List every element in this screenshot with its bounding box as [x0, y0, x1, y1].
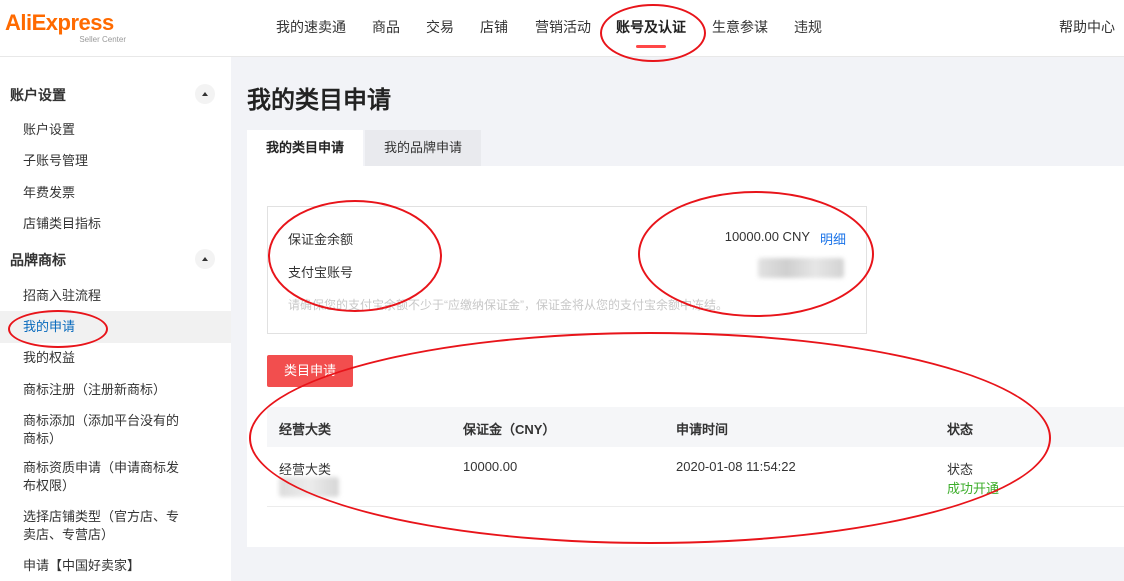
table-row: 经营大类 10000.00 2020-01-08 11:54:22 状态 成功开…: [267, 447, 1124, 507]
sidebar-item-my-rights[interactable]: 我的权益: [23, 349, 198, 367]
sidebar-item-account-settings[interactable]: 账户设置: [23, 121, 198, 139]
aliexpress-logo[interactable]: AliExpress Seller Center: [5, 10, 130, 46]
nav-my-aliexpress[interactable]: 我的速卖通: [276, 17, 346, 37]
sidebar-item-my-applications[interactable]: 我的申请: [23, 318, 198, 336]
collapse-caret-icon[interactable]: [195, 249, 215, 269]
nav-trade[interactable]: 交易: [426, 17, 454, 37]
table-header: 经营大类 保证金（CNY） 申请时间 状态: [267, 407, 1124, 447]
column-header-category: 经营大类: [279, 422, 332, 437]
logo-brand: AliExpress: [5, 10, 114, 35]
sidebar-item-sub-accounts[interactable]: 子账号管理: [23, 152, 198, 170]
deposit-balance-value: 10000.00 CNY: [724, 229, 810, 244]
nav-violations[interactable]: 违规: [794, 17, 822, 37]
nav-marketing[interactable]: 营销活动: [535, 17, 591, 37]
column-header-status: 状态: [947, 422, 974, 437]
collapse-caret-icon[interactable]: [195, 84, 215, 104]
cell-apply-time: 2020-01-08 11:54:22: [676, 459, 796, 474]
deposit-detail-link[interactable]: 明细: [820, 229, 846, 248]
status-badge: 成功开通: [947, 481, 1000, 496]
page-title: 我的类目申请: [247, 87, 391, 114]
column-header-apply-time: 申请时间: [676, 422, 729, 437]
sidebar: 账户设置 账户设置 子账号管理 年费发票 店铺类目指标 品牌商标 招商入驻流程 …: [0, 57, 231, 581]
sidebar-item-trademark-register[interactable]: 商标注册（注册新商标）: [23, 381, 198, 399]
cell-deposit: 10000.00: [463, 459, 518, 474]
active-nav-indicator: [636, 45, 666, 48]
top-navigation-bar: AliExpress Seller Center 我的速卖通 商品 交易 店铺 …: [0, 0, 1124, 57]
sidebar-item-trademark-qualification[interactable]: 商标资质申请（申请商标发布权限）: [23, 459, 188, 495]
redacted-category-name: [279, 477, 339, 497]
nav-account-verification[interactable]: 账号及认证: [616, 17, 686, 37]
cell-category: 经营大类: [279, 462, 332, 477]
sidebar-section-brand[interactable]: 品牌商标: [10, 250, 66, 270]
deposit-note: 请确保您的支付宝余额不少于“应缴纳保证金”，保证金将从您的支付宝余额中冻结。: [288, 298, 728, 312]
sidebar-item-trademark-add[interactable]: 商标添加（添加平台没有的商标）: [23, 412, 188, 448]
logo-subtitle: Seller Center: [79, 35, 126, 44]
deposit-info-box: 保证金余额 10000.00 CNY 明细 支付宝账号 请确保您的支付宝余额不少…: [267, 206, 867, 334]
category-apply-button[interactable]: 类目申请: [267, 355, 353, 387]
help-center-link[interactable]: 帮助中心: [1059, 17, 1115, 37]
deposit-balance-label: 保证金余额: [288, 232, 354, 247]
tab-brand-applications[interactable]: 我的品牌申请: [365, 130, 481, 166]
alipay-account-label: 支付宝账号: [288, 265, 354, 280]
nav-business-advisor[interactable]: 生意参谋: [712, 17, 768, 37]
nav-store[interactable]: 店铺: [480, 17, 508, 37]
sidebar-section-account[interactable]: 账户设置: [10, 85, 66, 105]
sidebar-item-onboarding-process[interactable]: 招商入驻流程: [23, 287, 198, 305]
nav-products[interactable]: 商品: [372, 17, 400, 37]
tab-category-applications[interactable]: 我的类目申请: [247, 130, 363, 166]
redacted-alipay-account: [758, 258, 844, 278]
sidebar-item-annual-invoice[interactable]: 年费发票: [23, 184, 198, 202]
sidebar-item-store-type[interactable]: 选择店铺类型（官方店、专卖店、专营店）: [23, 508, 188, 544]
cell-status-label: 状态: [947, 462, 974, 477]
sidebar-item-good-seller[interactable]: 申请【中国好卖家】: [23, 557, 198, 575]
sidebar-item-category-metrics[interactable]: 店铺类目指标: [23, 215, 198, 233]
column-header-deposit: 保证金（CNY）: [463, 422, 556, 437]
